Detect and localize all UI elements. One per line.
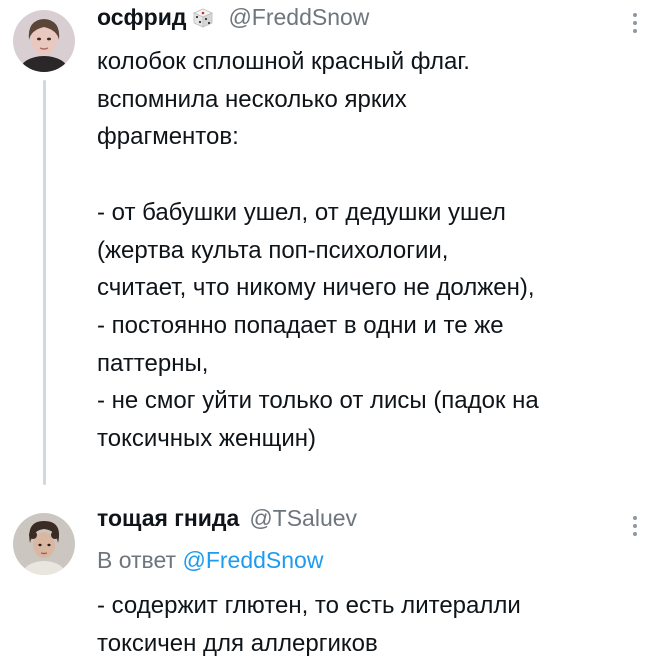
- tweet-1-header: осфрид @FreddSnow: [97, 2, 369, 32]
- tweet-1[interactable]: осфрид @FreddSnow колобок сплошной красн…: [0, 0, 660, 490]
- display-name[interactable]: тощая гнида: [97, 503, 239, 533]
- avatar-osfrid[interactable]: [13, 10, 75, 72]
- handle[interactable]: @FreddSnow: [228, 2, 369, 32]
- reply-context: В ответ @FreddSnow: [97, 545, 323, 575]
- avatar-tsaluev-image: [13, 513, 75, 575]
- tweet-2-header: тощая гнида @TSaluev: [97, 503, 357, 533]
- tweet-1-text: колобок сплошной красный флаг. вспомнила…: [97, 48, 539, 453]
- tweet-2-text: - содержит глютен, то есть литералли ток…: [97, 592, 521, 657]
- reply-mention-link[interactable]: @FreddSnow: [182, 547, 323, 573]
- avatar-osfrid-image: [13, 10, 75, 72]
- handle[interactable]: @TSaluev: [249, 503, 357, 533]
- avatar-tsaluev[interactable]: [13, 513, 75, 575]
- reply-prefix: В ответ: [97, 547, 177, 573]
- more-options-icon[interactable]: [628, 10, 642, 36]
- more-options-icon[interactable]: [628, 513, 642, 539]
- thread-line: [43, 80, 46, 485]
- game-die-icon: [192, 6, 214, 28]
- display-name[interactable]: осфрид: [97, 2, 186, 32]
- tweet-2[interactable]: тощая гнида @TSaluev В ответ @FreddSnow …: [0, 495, 660, 670]
